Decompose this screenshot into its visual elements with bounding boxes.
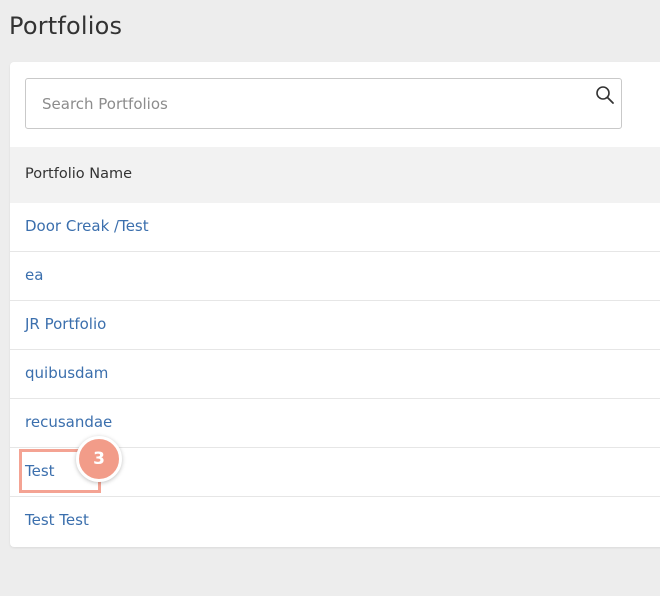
portfolio-link[interactable]: Door Creak /Test — [25, 217, 149, 235]
table-row: Door Creak /Test — [10, 203, 660, 252]
search-icon[interactable] — [595, 85, 615, 105]
table-row: quibusdam — [10, 350, 660, 399]
portfolio-link[interactable]: recusandae — [25, 413, 112, 431]
portfolio-link[interactable]: Test Test — [25, 511, 89, 529]
table-row: Test Test — [10, 497, 660, 546]
page-title: Portfolios — [9, 12, 123, 40]
column-header-portfolio-name[interactable]: Portfolio Name — [25, 166, 132, 182]
portfolio-list: Door Creak /Test ea JR Portfolio quibusd… — [10, 203, 660, 546]
step-number-badge: 3 — [76, 436, 122, 482]
table-header: Portfolio Name — [10, 147, 660, 203]
portfolio-link[interactable]: ea — [25, 266, 43, 284]
table-row: ea — [10, 252, 660, 301]
search-input[interactable] — [26, 79, 586, 128]
portfolio-link[interactable]: JR Portfolio — [25, 315, 106, 333]
portfolio-link[interactable]: Test — [25, 462, 55, 480]
table-row: JR Portfolio — [10, 301, 660, 350]
search-box — [25, 78, 622, 129]
portfolio-link[interactable]: quibusdam — [25, 364, 108, 382]
